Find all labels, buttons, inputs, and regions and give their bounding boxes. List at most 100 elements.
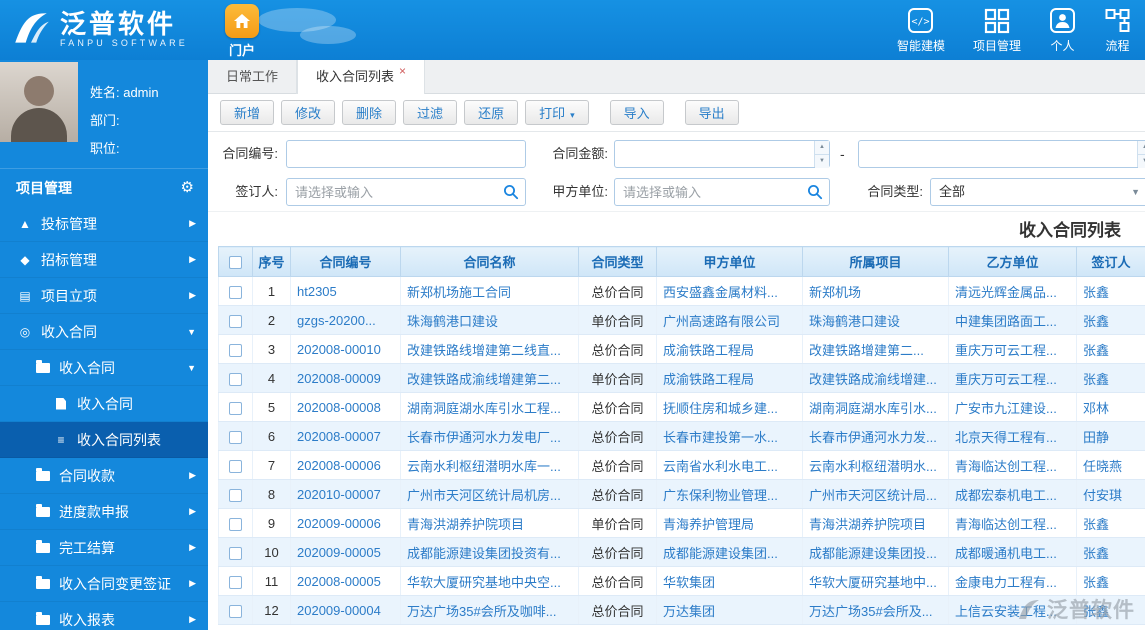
gear-icon[interactable]: ⚙ [181, 169, 194, 207]
spin-down-icon[interactable]: ▼ [815, 155, 829, 168]
cell-link[interactable]: 华软大厦研究基地中... [809, 575, 937, 590]
cell-link[interactable]: 张鑫 [1083, 372, 1109, 387]
cell-link[interactable]: 长春市伊通河水力发电厂... [407, 430, 561, 445]
search-icon[interactable] [807, 184, 823, 200]
cell-link[interactable]: 202009-00005 [297, 545, 381, 560]
cell-link[interactable]: 成都能源建设集团... [663, 546, 778, 561]
delete-button[interactable]: 删除 [342, 100, 397, 125]
cell-link[interactable]: 202009-00006 [297, 516, 381, 531]
cell-link[interactable]: 张鑫 [1083, 343, 1109, 358]
cell-link[interactable]: 成都能源建设集团投资有... [407, 546, 561, 561]
party-a-input[interactable] [614, 178, 830, 206]
cell-link[interactable]: 改建铁路成渝线增建第二... [407, 372, 561, 387]
table-row[interactable]: 3 202008-00010 改建铁路线增建第二线直... 总价合同 成渝铁路工程局 改建… [218, 334, 1145, 364]
column-header[interactable]: 甲方单位 [656, 246, 803, 277]
sidebar-item-completion-settlement[interactable]: 完工结算 ▶ [0, 530, 208, 566]
cell-link[interactable]: 张鑫 [1083, 285, 1109, 300]
row-checkbox[interactable] [229, 517, 242, 531]
sidebar-item-bid-management[interactable]: ▲ 投标管理 ▶ [0, 206, 208, 242]
table-row[interactable]: 6 202008-00007 长春市伊通河水力发电厂... 总价合同 长春市建投第一水.… [218, 421, 1145, 451]
cell-link[interactable]: 云南省水利水电工... [663, 459, 778, 474]
cell-link[interactable]: 广州市天河区统计局机房... [407, 488, 561, 503]
cell-link[interactable]: 中建集团路面工... [955, 314, 1057, 329]
cell-link[interactable]: 华软集团 [663, 575, 715, 590]
amount-max-input[interactable] [858, 140, 1145, 168]
cell-link[interactable]: 广州高速路有限公司 [663, 314, 780, 329]
sidebar-item-income-contract-leaf[interactable]: 收入合同 [0, 386, 208, 422]
cell-link[interactable]: 张鑫 [1083, 604, 1109, 619]
search-icon[interactable] [503, 184, 519, 200]
cell-link[interactable]: 广安市九江建设... [955, 401, 1057, 416]
cell-link[interactable]: ht2305 [297, 284, 337, 299]
cell-link[interactable]: 云南水利枢纽潜明水... [809, 459, 937, 474]
cell-link[interactable]: 青海洪湖养护院项目 [809, 517, 926, 532]
sidebar-item-progress-payment[interactable]: 进度款申报 ▶ [0, 494, 208, 530]
cell-link[interactable]: 重庆万可云工程... [955, 372, 1057, 387]
table-row[interactable]: 4 202008-00009 改建铁路成渝线增建第二... 单价合同 成渝铁路工程局 改建… [218, 363, 1145, 393]
cell-link[interactable]: 成都能源建设集团投... [809, 546, 937, 561]
cell-link[interactable]: 新郑机场 [809, 285, 861, 300]
column-header[interactable]: 合同编号 [290, 246, 401, 277]
cell-link[interactable]: 成都宏泰机电工... [955, 488, 1057, 503]
nav-personal[interactable]: 个人 [1049, 7, 1076, 54]
cell-link[interactable]: 成都暖通机电工... [955, 546, 1057, 561]
cell-link[interactable]: 重庆万可云工程... [955, 343, 1057, 358]
sidebar-item-tender-management[interactable]: ◆ 招标管理 ▶ [0, 242, 208, 278]
row-checkbox[interactable] [229, 285, 242, 299]
row-checkbox[interactable] [229, 372, 242, 386]
column-header[interactable]: 签订人 [1076, 246, 1145, 277]
contract-no-input[interactable] [286, 140, 526, 168]
cell-link[interactable]: 湖南洞庭湖水库引水... [809, 401, 937, 416]
cell-link[interactable]: 202008-00005 [297, 574, 381, 589]
table-row[interactable]: 11 202008-00005 华软大厦研究基地中央空... 总价合同 华软集团 华软大厦… [218, 566, 1145, 596]
cell-link[interactable]: 珠海鹤港口建设 [407, 314, 498, 329]
spin-up-icon[interactable]: ▲ [1138, 141, 1145, 155]
cell-link[interactable]: 张鑫 [1083, 517, 1109, 532]
sidebar-item-income-contract-list[interactable]: ≡ 收入合同列表 [0, 422, 208, 458]
cell-link[interactable]: 202008-00007 [297, 429, 381, 444]
cell-link[interactable]: 金康电力工程有... [955, 575, 1057, 590]
cell-link[interactable]: 清远光辉金属品... [955, 285, 1057, 300]
table-row[interactable]: 9 202009-00006 青海洪湖养护院项目 单价合同 青海养护管理局 青海洪湖养护院… [218, 508, 1145, 538]
cell-link[interactable]: 202008-00010 [297, 342, 381, 357]
cell-link[interactable]: 广州市天河区统计局... [809, 488, 937, 503]
cell-link[interactable]: 北京天得工程有... [955, 430, 1057, 445]
cell-link[interactable]: 万达广场35#会所及咖啡... [407, 604, 557, 619]
row-checkbox[interactable] [229, 401, 242, 415]
cell-link[interactable]: 万达广场35#会所及... [809, 604, 933, 619]
nav-smart-modeling[interactable]: </> 智能建模 [897, 7, 945, 54]
cell-link[interactable]: 付安琪 [1083, 488, 1122, 503]
cell-link[interactable]: 长春市伊通河水力发... [809, 430, 937, 445]
spin-down-icon[interactable]: ▼ [1138, 155, 1145, 168]
cell-link[interactable]: 上信云安装工程... [955, 604, 1057, 619]
cell-link[interactable]: 华软大厦研究基地中央空... [407, 575, 561, 590]
filter-button[interactable]: 过滤 [403, 100, 458, 125]
cell-link[interactable]: 改建铁路增建第二... [809, 343, 924, 358]
restore-button[interactable]: 还原 [464, 100, 519, 125]
row-checkbox[interactable] [229, 459, 242, 473]
sidebar-item-income-contract-sub[interactable]: 收入合同 ▼ [0, 350, 208, 386]
row-checkbox[interactable] [229, 575, 242, 589]
cell-link[interactable]: 成渝铁路工程局 [663, 372, 754, 387]
cell-link[interactable]: 云南水利枢纽潜明水库一... [407, 459, 561, 474]
table-row[interactable]: 1 ht2305 新郑机场施工合同 总价合同 西安盛鑫金属材料... 新郑机场 清远光辉金属… [218, 276, 1145, 306]
cell-link[interactable]: 新郑机场施工合同 [407, 285, 511, 300]
signer-input[interactable] [286, 178, 526, 206]
cell-link[interactable]: 邓林 [1083, 401, 1109, 416]
cell-link[interactable]: 青海养护管理局 [663, 517, 754, 532]
sidebar-item-income-contract[interactable]: ◎ 收入合同 ▼ [0, 314, 208, 350]
table-row[interactable]: 10 202009-00005 成都能源建设集团投资有... 总价合同 成都能源建设集团… [218, 537, 1145, 567]
table-row[interactable]: 7 202008-00006 云南水利枢纽潜明水库一... 总价合同 云南省水利水电工.… [218, 450, 1145, 480]
cell-link[interactable]: 202008-00006 [297, 458, 381, 473]
cell-link[interactable]: 202008-00008 [297, 400, 381, 415]
sidebar-item-contract-change-visa[interactable]: 收入合同变更签证 ▶ [0, 566, 208, 602]
sidebar-item-project-initiation[interactable]: ▤ 项目立项 ▶ [0, 278, 208, 314]
edit-button[interactable]: 修改 [281, 100, 336, 125]
amount-min-input[interactable] [614, 140, 830, 168]
table-row[interactable]: 8 202010-00007 广州市天河区统计局机房... 总价合同 广东保利物业管理.… [218, 479, 1145, 509]
cell-link[interactable]: 202008-00009 [297, 371, 381, 386]
sidebar-item-income-reports[interactable]: 收入报表 ▶ [0, 602, 208, 630]
column-header[interactable]: 乙方单位 [948, 246, 1077, 277]
spin-up-icon[interactable]: ▲ [815, 141, 829, 155]
select-all-checkbox[interactable] [229, 256, 242, 270]
